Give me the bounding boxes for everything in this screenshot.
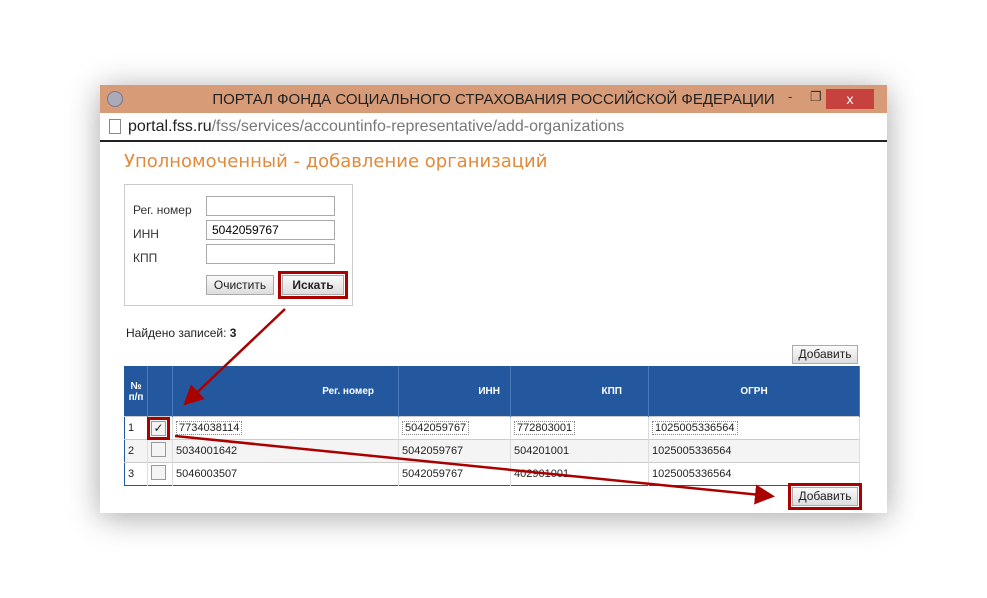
kpp-cell: 772803001 — [514, 421, 576, 435]
col-check — [147, 366, 173, 417]
clear-button[interactable]: Очистить — [206, 275, 274, 295]
maximize-button[interactable]: ❐ — [810, 89, 822, 105]
ogrn-cell: 1025005336564 — [648, 439, 860, 463]
table-row[interactable]: 2 5034001642 5042059767 504201001 102500… — [124, 439, 860, 463]
row-num: 3 — [124, 462, 148, 486]
search-button[interactable]: Искать — [278, 271, 348, 299]
table-row[interactable]: 3 5046003507 5042059767 402901001 102500… — [124, 462, 860, 486]
row-checkbox[interactable]: ✓ — [147, 416, 170, 440]
col-reg: Рег. номер — [172, 366, 399, 417]
title-bar: ПОРТАЛ ФОНДА СОЦИАЛЬНОГО СТРАХОВАНИЯ РОС… — [100, 85, 887, 113]
inn-cell: 5042059767 — [402, 421, 470, 435]
page-icon — [109, 119, 121, 134]
search-form: Рег. номер ИНН 5042059767 КПП Очистить И… — [124, 184, 353, 306]
reg-label: Рег. номер — [133, 203, 192, 217]
inn-cell: 5042059767 — [398, 462, 511, 486]
row-num: 1 — [124, 416, 148, 440]
reg-input[interactable] — [206, 196, 335, 216]
minimize-button[interactable]: - — [788, 89, 792, 104]
window-title: ПОРТАЛ ФОНДА СОЦИАЛЬНОГО СТРАХОВАНИЯ РОС… — [212, 91, 775, 108]
col-num: № п/п — [124, 366, 148, 417]
browser-window: ПОРТАЛ ФОНДА СОЦИАЛЬНОГО СТРАХОВАНИЯ РОС… — [100, 85, 887, 513]
add-button-bottom[interactable]: Добавить — [788, 483, 862, 510]
reg-cell: 5034001642 — [172, 439, 399, 463]
reg-cell: 7734038114 — [176, 421, 243, 435]
results-table: № п/п Рег. номер ИНН КПП ОГРН 1 ✓ 773403… — [124, 366, 860, 486]
inn-cell: 5042059767 — [398, 439, 511, 463]
reg-cell: 5046003507 — [172, 462, 399, 486]
inn-input[interactable]: 5042059767 — [206, 220, 335, 240]
inn-label: ИНН — [133, 227, 159, 241]
address-path: /fss/services/accountinfo-representative… — [211, 118, 625, 135]
row-checkbox[interactable] — [151, 442, 166, 457]
address-bar[interactable]: portal.fss.ru/fss/services/accountinfo-r… — [100, 113, 887, 142]
ogrn-cell: 1025005336564 — [652, 421, 738, 435]
kpp-cell: 504201001 — [510, 439, 649, 463]
col-kpp: КПП — [510, 366, 649, 417]
close-button[interactable]: x — [826, 89, 874, 109]
kpp-cell: 402901001 — [510, 462, 649, 486]
kpp-label: КПП — [133, 251, 158, 265]
row-num: 2 — [124, 439, 148, 463]
ogrn-cell: 1025005336564 — [648, 462, 860, 486]
row-checkbox[interactable] — [151, 465, 166, 480]
address-host: portal.fss.ru — [128, 118, 212, 135]
table-row[interactable]: 1 ✓ 7734038114 5042059767 772803001 1025… — [124, 416, 860, 440]
col-ogrn: ОГРН — [648, 366, 860, 417]
add-button-top[interactable]: Добавить — [792, 345, 858, 364]
found-count: Найдено записей: 3 — [126, 326, 237, 340]
page-title: Уполномоченный - добавление организаций — [124, 151, 548, 172]
kpp-input[interactable] — [206, 244, 335, 264]
col-inn: ИНН — [398, 366, 511, 417]
